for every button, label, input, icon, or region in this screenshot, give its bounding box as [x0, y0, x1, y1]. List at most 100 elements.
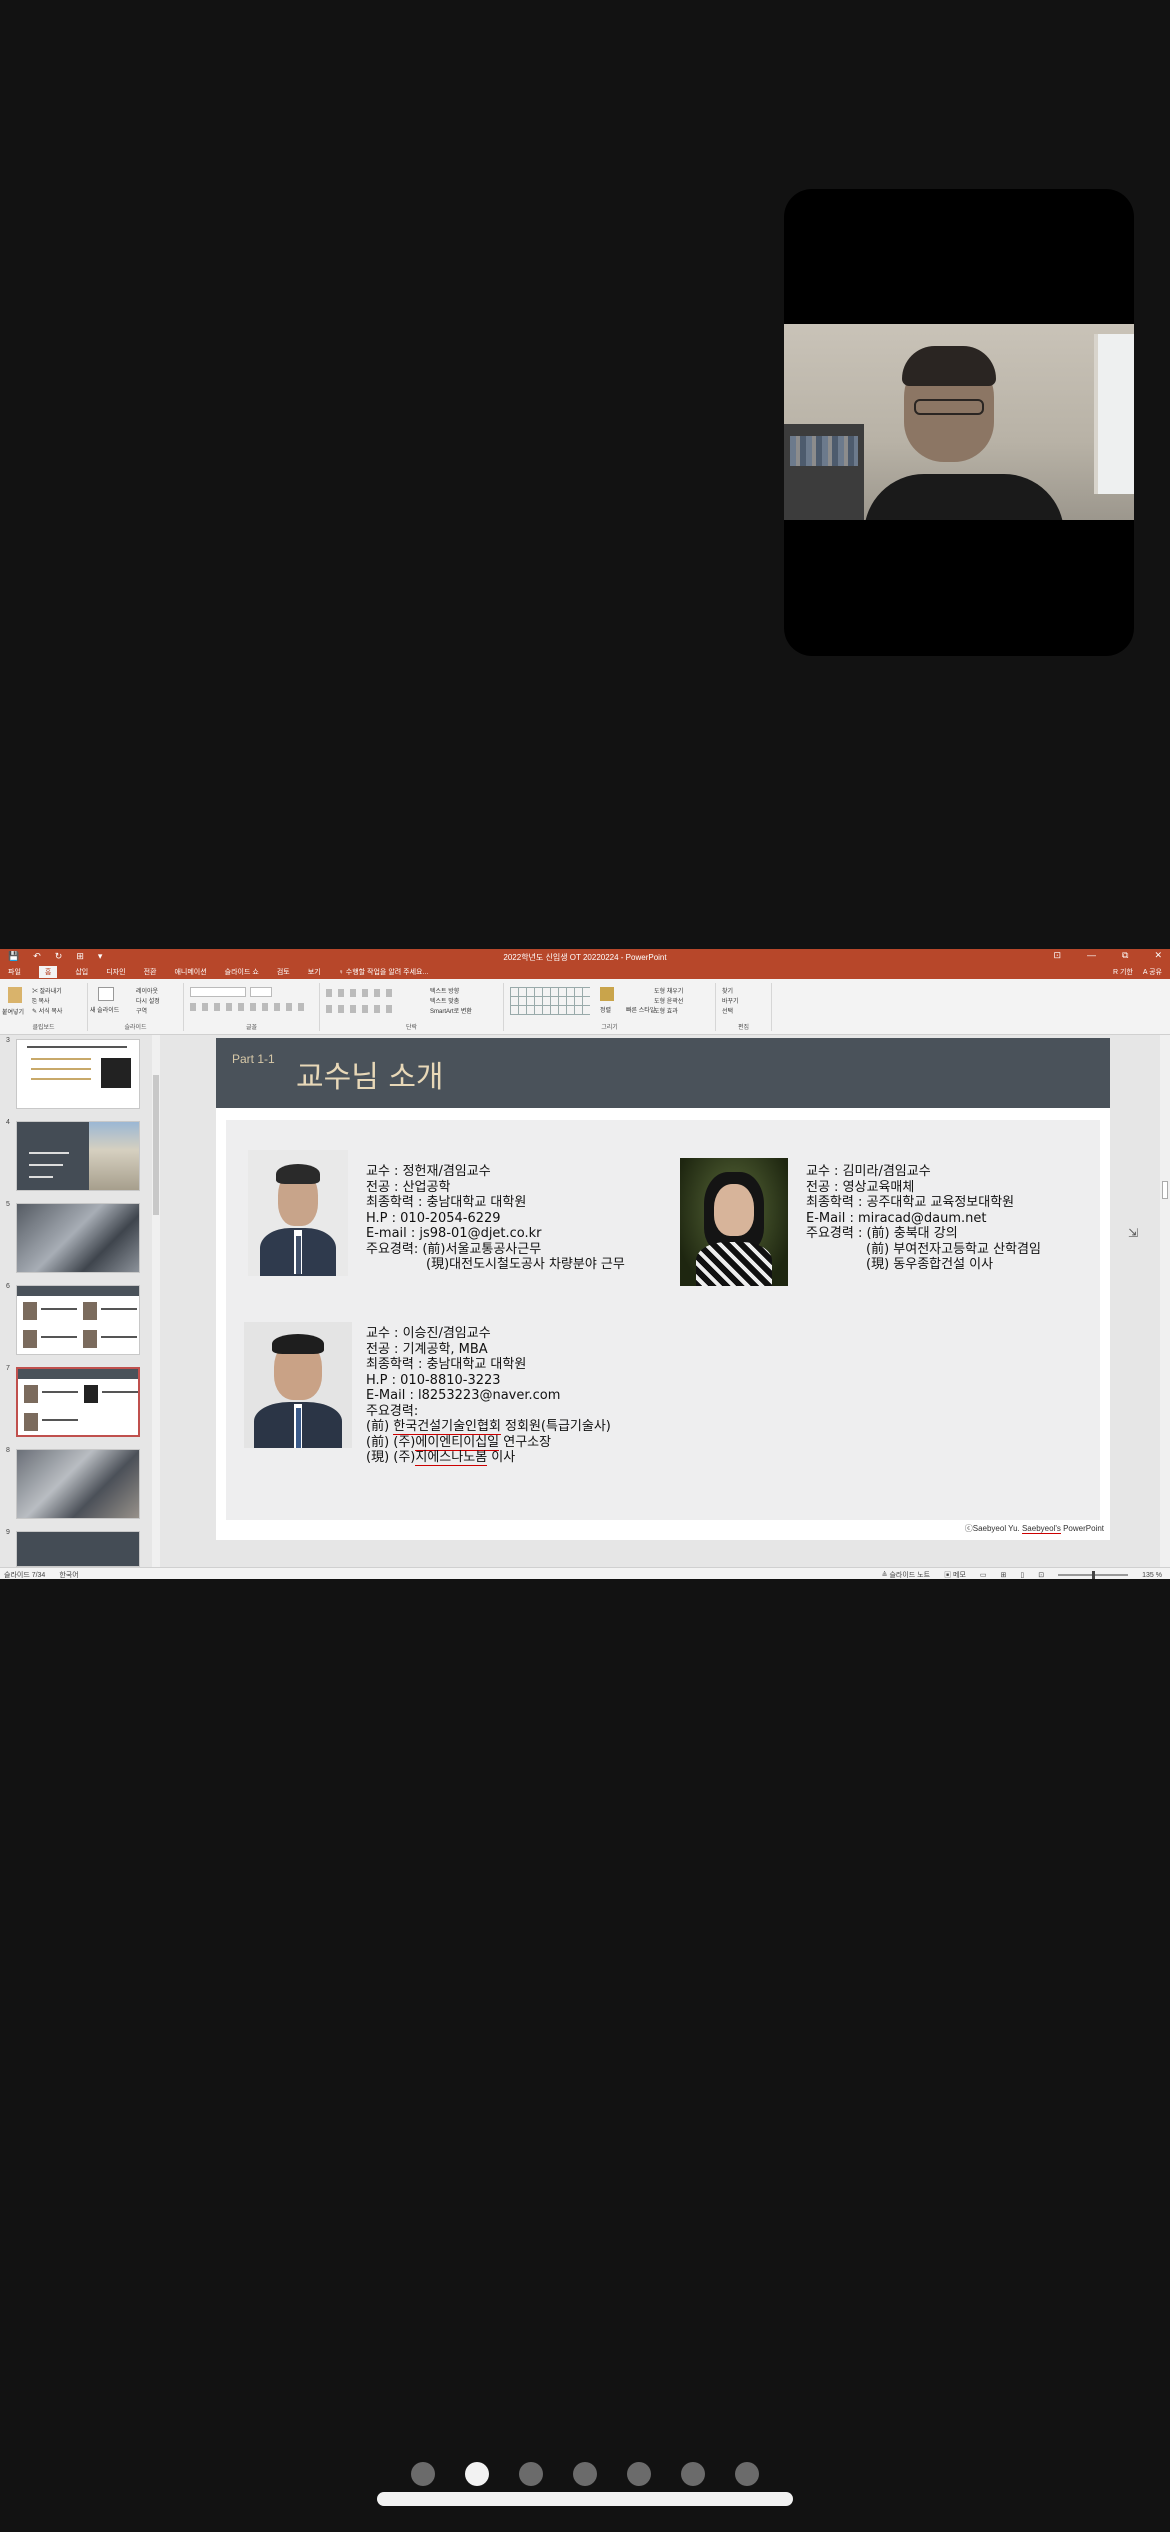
section-button[interactable]: 구역	[136, 1006, 147, 1015]
comments-button[interactable]: ▣ 메모	[944, 1570, 966, 1580]
prof2-line: 최종학력 : 공주대학교 교육정보대학원	[806, 1195, 1015, 1210]
close-button[interactable]: ✕	[1154, 950, 1162, 961]
workspace: 3 4 5 6 7 8 9 Part 1-1 교수님 소개 교수: 정헌재/겸…	[0, 1035, 1170, 1567]
copy-button[interactable]: ⎘ 복사	[32, 996, 50, 1006]
reset-button[interactable]: 다시 설정	[136, 996, 160, 1005]
thumb-band	[17, 1286, 139, 1296]
thumb-face	[24, 1385, 38, 1403]
scrollbar-thumb[interactable]	[153, 1075, 159, 1215]
tab-transitions[interactable]: 전환	[144, 967, 157, 977]
align-text-button[interactable]: 텍스트 맞춤	[430, 996, 459, 1005]
page-dot[interactable]	[411, 2462, 435, 2486]
arrange-button[interactable]: 정렬	[600, 1005, 611, 1014]
smartart-button[interactable]: SmartArt로 변환	[430, 1006, 472, 1015]
slideshow-icon[interactable]: ⊡	[1038, 1571, 1044, 1579]
select-button[interactable]: 선택	[722, 1006, 733, 1015]
sign-in-link[interactable]: R 기한	[1113, 967, 1133, 977]
text: ⓒSaebyeol Yu.	[964, 1524, 1022, 1533]
page-dot[interactable]	[627, 2462, 651, 2486]
tab-design[interactable]: 디자인	[106, 967, 125, 977]
slide-thumbnail-4[interactable]	[16, 1121, 140, 1191]
tab-slideshow[interactable]: 슬라이드 쇼	[225, 967, 259, 977]
find-button[interactable]: 찾기	[722, 986, 733, 995]
thumb-band	[18, 1369, 138, 1379]
font-format-buttons[interactable]	[190, 1003, 310, 1011]
thumb-number: 5	[6, 1201, 10, 1208]
font-size-select[interactable]	[250, 987, 272, 997]
thumb-line	[101, 1336, 137, 1338]
participant-hair	[902, 346, 996, 386]
align-buttons[interactable]	[326, 1005, 396, 1013]
slide-thumbnail-9[interactable]	[16, 1531, 140, 1567]
tab-animations[interactable]: 애니메이션	[174, 967, 206, 977]
prof3-line: E-Mail : l8253223@naver.com	[366, 1388, 561, 1403]
participant-video-tile[interactable]	[784, 189, 1134, 656]
prof2-line: (現) 동우종합건설 이사	[866, 1257, 994, 1272]
page-dot[interactable]	[735, 2462, 759, 2486]
page-dot[interactable]	[681, 2462, 705, 2486]
group-label-editing: 편집	[737, 1025, 750, 1031]
shape-outline-button[interactable]: 도형 윤곽선	[654, 996, 683, 1005]
professor-info-3: 교수 : 이승진/겸임교수 전공 : 기계공학, MBA 최종학력 : 충남대학…	[366, 1326, 611, 1466]
group-clipboard: 붙여넣기 ✂ 잘라내기 ⎘ 복사 ✎ 서식 복사 클립보드	[0, 983, 88, 1031]
slide-canvas[interactable]: Part 1-1 교수님 소개 교수 : 정헌재/겸임교수 전공 : 산업공학 …	[216, 1038, 1110, 1540]
thumb-line	[29, 1176, 53, 1178]
list-buttons[interactable]	[326, 989, 396, 997]
thumb-bg	[17, 1122, 89, 1190]
page-dot[interactable]	[573, 2462, 597, 2486]
shape-effects-button[interactable]: 도형 효과	[654, 1006, 678, 1015]
reading-view-icon[interactable]: ▯	[1020, 1571, 1024, 1579]
cut-button[interactable]: ✂ 잘라내기	[32, 986, 62, 995]
thumbnail-scrollbar[interactable]	[152, 1035, 160, 1567]
shared-screen-powerpoint: 💾 ↶ ↻ ⊞ ▾ 2022학년도 신입생 OT 20220224 - Powe…	[0, 949, 1170, 1579]
group-font: 글꼴	[184, 983, 320, 1031]
replace-button[interactable]: 바꾸기	[722, 996, 739, 1005]
slide-thumbnail-8[interactable]	[16, 1449, 140, 1519]
page-dot[interactable]	[465, 2462, 489, 2486]
ribbon-display-icon[interactable]: ⊡	[1053, 950, 1061, 961]
share-button[interactable]: A 공유	[1143, 967, 1162, 977]
zoom-slider[interactable]	[1058, 1571, 1129, 1579]
minimize-button[interactable]: —	[1087, 950, 1096, 961]
prof1-line: H.P : 010-2054-6229	[366, 1210, 501, 1226]
layout-button[interactable]: 레이아웃	[136, 986, 158, 995]
tab-review[interactable]: 검토	[277, 967, 290, 977]
thumb-face	[84, 1385, 98, 1403]
scrollbar-thumb[interactable]	[1162, 1181, 1168, 1199]
tell-me-search[interactable]: ♀ 수행할 작업을 알려 주세요...	[339, 967, 429, 977]
thumb-line	[29, 1152, 69, 1154]
page-dot[interactable]	[519, 2462, 543, 2486]
notes-button[interactable]: ≜ 슬라이드 노트	[882, 1570, 930, 1580]
paste-button[interactable]: 붙여넣기	[2, 1007, 24, 1016]
home-indicator-bar[interactable]	[377, 2492, 793, 2506]
tab-view[interactable]: 보기	[308, 967, 321, 977]
format-painter-button[interactable]: ✎ 서식 복사	[32, 1006, 62, 1015]
tab-home[interactable]: 홈	[38, 966, 58, 978]
restore-button[interactable]: ⧉	[1122, 950, 1128, 961]
slide-thumbnail-5[interactable]	[16, 1203, 140, 1273]
text: 연구소장	[499, 1434, 552, 1450]
slide-scrollbar[interactable]	[1160, 1035, 1170, 1567]
slide-thumbnail-6[interactable]	[16, 1285, 140, 1355]
thumb-line	[31, 1068, 91, 1070]
zoom-level[interactable]: 135 %	[1142, 1572, 1162, 1579]
slide-header-band: Part 1-1 교수님 소개	[216, 1038, 1110, 1108]
tab-insert[interactable]: 삽입	[75, 967, 88, 977]
quick-styles-button[interactable]: 빠른 스타일	[626, 1005, 655, 1014]
text: PowerPoint	[1060, 1524, 1104, 1533]
language-indicator[interactable]: 한국어	[59, 1570, 78, 1580]
normal-view-icon[interactable]: ▭	[980, 1571, 987, 1579]
shapes-gallery[interactable]	[510, 987, 590, 1015]
slide-sorter-icon[interactable]: ⊞	[1001, 1571, 1007, 1579]
shape-fill-button[interactable]: 도형 채우기	[654, 986, 683, 995]
slide-thumbnail-3[interactable]	[16, 1039, 140, 1109]
thumb-number: 9	[6, 1529, 10, 1536]
prof3-line: 최종학력 : 충남대학교 대학원	[366, 1357, 527, 1372]
professor-photo-2	[680, 1158, 788, 1286]
mouse-cursor-icon: ⇲	[1128, 1226, 1139, 1240]
slide-thumbnail-7-selected[interactable]	[16, 1367, 140, 1437]
font-name-select[interactable]	[190, 987, 246, 997]
text-direction-button[interactable]: 텍스트 방향	[430, 986, 459, 995]
new-slide-button[interactable]: 새 슬라이드	[90, 1005, 119, 1014]
tab-file[interactable]: 파일	[8, 967, 21, 977]
